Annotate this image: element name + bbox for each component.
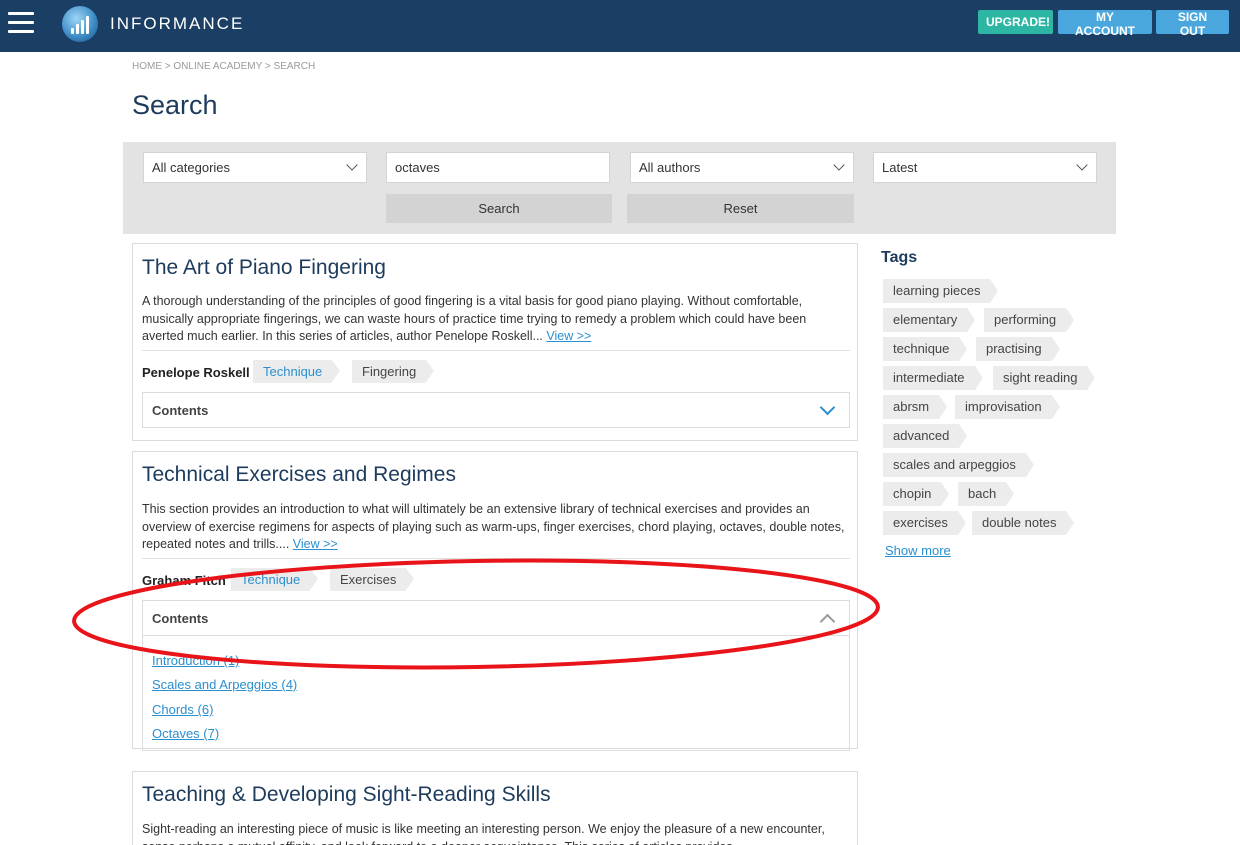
result-card: Teaching & Developing Sight-Reading Skil…	[132, 771, 858, 845]
result-title[interactable]: Teaching & Developing Sight-Reading Skil…	[142, 783, 551, 807]
sidebar-tag[interactable]: sight reading	[993, 366, 1096, 390]
author-select[interactable]: All authors	[630, 152, 854, 183]
sidebar-tag[interactable]: bach	[958, 482, 1015, 506]
sidebar-tag[interactable]: double notes	[972, 511, 1075, 535]
chevron-down-icon	[346, 159, 358, 171]
view-link[interactable]: View >>	[293, 537, 338, 551]
result-description: A thorough understanding of the principl…	[142, 293, 850, 346]
sidebar-tag[interactable]: learning pieces	[883, 279, 999, 303]
search-input[interactable]	[386, 152, 610, 183]
sidebar-tag[interactable]: scales and arpeggios	[883, 453, 1034, 477]
contents-list: Introduction (1) Scales and Arpeggios (4…	[142, 636, 850, 751]
my-account-button[interactable]: MY ACCOUNT	[1058, 10, 1152, 38]
chevron-down-icon	[833, 159, 845, 171]
tag-fingering[interactable]: Fingering	[352, 360, 435, 383]
contents-label: Contents	[152, 403, 209, 418]
sidebar-tag[interactable]: technique	[883, 337, 968, 361]
sort-select[interactable]: Latest	[873, 152, 1097, 183]
brand-name[interactable]: INFORMANCE	[110, 14, 244, 34]
contents-toggle[interactable]: Contents	[142, 392, 850, 428]
sidebar-tag[interactable]: improvisation	[955, 395, 1060, 419]
author-select-value: All authors	[639, 160, 701, 175]
reset-button[interactable]: Reset	[627, 194, 854, 223]
hamburger-menu-icon[interactable]	[8, 12, 34, 38]
result-title[interactable]: Technical Exercises and Regimes	[142, 463, 456, 487]
author-name: Penelope Roskell	[142, 365, 250, 380]
chevron-down-icon	[1076, 159, 1088, 171]
sidebar-tag[interactable]: performing	[984, 308, 1075, 332]
sidebar-tag[interactable]: practising	[976, 337, 1060, 361]
result-card: Technical Exercises and Regimes This sec…	[132, 451, 858, 751]
category-select[interactable]: All categories	[143, 152, 367, 183]
search-button[interactable]: Search	[386, 194, 612, 223]
sign-out-button[interactable]: SIGN OUT	[1156, 10, 1229, 38]
result-description: Sight-reading an interesting piece of mu…	[142, 822, 825, 845]
divider	[142, 558, 850, 559]
author-name: Graham Fitch	[142, 573, 226, 588]
top-navigation-bar: INFORMANCE UPGRADE! MY ACCOUNT SIGN OUT	[0, 0, 1240, 52]
result-description-text: A thorough understanding of the principl…	[142, 294, 807, 343]
breadcrumb[interactable]: HOME > ONLINE ACADEMY > SEARCH	[132, 61, 315, 72]
sidebar-tag[interactable]: chopin	[883, 482, 950, 506]
show-more-link[interactable]: Show more	[885, 543, 951, 558]
result-description-text: This section provides an introduction to…	[142, 502, 845, 551]
tag-technique[interactable]: Technique	[253, 360, 341, 383]
sidebar-tag[interactable]: exercises	[883, 511, 966, 535]
view-link[interactable]: View >>	[546, 329, 591, 343]
tag-exercises[interactable]: Exercises	[330, 568, 415, 591]
result-card: The Art of Piano Fingering A thorough un…	[132, 243, 858, 441]
informance-logo-icon[interactable]	[62, 6, 98, 42]
contents-item-introduction[interactable]: Introduction (1)	[152, 653, 239, 668]
category-select-value: All categories	[152, 160, 231, 175]
sidebar-tag[interactable]: abrsm	[883, 395, 948, 419]
upgrade-button[interactable]: UPGRADE!	[978, 10, 1053, 34]
sidebar-tag[interactable]: advanced	[883, 424, 968, 448]
search-filter-bar: All categories All authors Latest Search…	[123, 142, 1116, 234]
contents-item-chords[interactable]: Chords (6)	[152, 702, 213, 717]
contents-label: Contents	[152, 611, 209, 626]
chevron-up-icon[interactable]	[819, 613, 836, 630]
chevron-down-icon[interactable]	[819, 399, 836, 416]
sidebar-tag[interactable]: intermediate	[883, 366, 983, 390]
divider	[142, 350, 850, 351]
result-title[interactable]: The Art of Piano Fingering	[142, 256, 386, 280]
contents-item-octaves[interactable]: Octaves (7)	[152, 726, 219, 741]
contents-toggle[interactable]: Contents	[142, 600, 850, 636]
sort-select-value: Latest	[882, 160, 918, 175]
result-description: This section provides an introduction to…	[142, 501, 850, 554]
tags-heading: Tags	[881, 249, 918, 266]
sidebar-tag[interactable]: elementary	[883, 308, 976, 332]
page-title: Search	[132, 90, 218, 120]
contents-item-scales-and-arpeggios[interactable]: Scales and Arpeggios (4)	[152, 677, 297, 692]
tag-technique[interactable]: Technique	[231, 568, 319, 591]
